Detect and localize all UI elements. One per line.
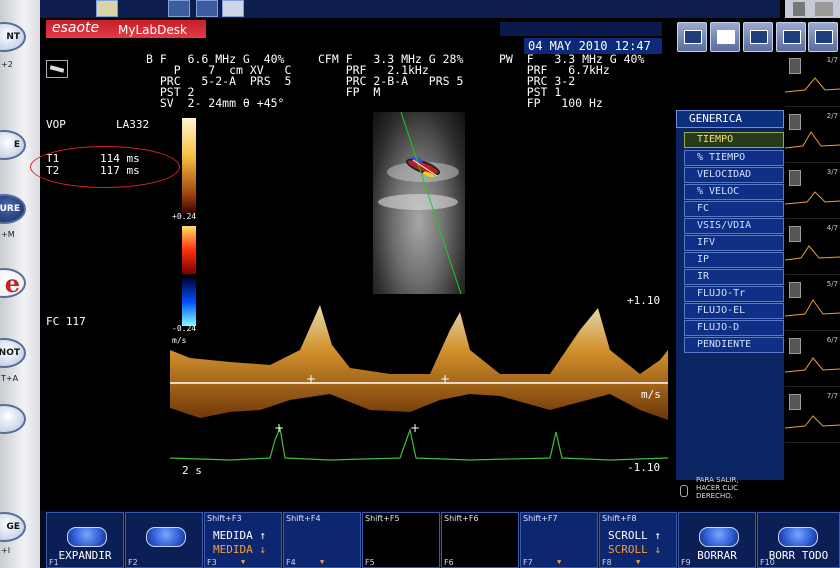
b-mode-image — [373, 112, 465, 294]
side-button-1[interactable]: NT — [0, 22, 26, 52]
heart-rate: FC 117 — [46, 315, 86, 328]
menu-item-pct-tiempo[interactable]: % TIEMPO — [684, 150, 784, 166]
f1-pill-icon — [67, 527, 107, 547]
doppler-unit: m/s — [641, 388, 661, 401]
f9-borrar-button[interactable]: BORRAR F9 — [678, 512, 756, 568]
menu-item-ir[interactable]: IR — [684, 269, 784, 285]
probe-icon — [46, 60, 68, 78]
screen-icon[interactable] — [776, 22, 806, 52]
f2-button[interactable]: F2 — [125, 512, 203, 568]
toolbar-icon-2[interactable] — [196, 0, 218, 17]
annotation-circle — [30, 146, 180, 188]
side-button-measure[interactable]: SURE — [0, 194, 26, 224]
f8-scroll-button[interactable]: Shift+F8 SCROLL ↑ SCROLL ↓ ▼ F8 — [599, 512, 677, 568]
menu-item-pendiente[interactable]: PENDIENTE — [684, 337, 784, 353]
thumbnail-strip: 1/7 2/7 3/7 4/7 5/7 6/7 7/7 — [785, 52, 840, 502]
window-icon[interactable] — [793, 2, 805, 16]
param-b-line-5: SV 2- 24mm θ +45° — [146, 96, 285, 110]
svg-text:+: + — [274, 421, 284, 435]
probe-label: LA332 — [116, 118, 150, 131]
menu-item-ifv[interactable]: IFV — [684, 235, 784, 251]
svg-text:+: + — [440, 372, 450, 386]
thumbnail-5[interactable]: 5/7 — [785, 278, 840, 331]
measurement-menu: GENERICA TIEMPO % TIEMPO VELOCIDAD % VEL… — [676, 110, 784, 480]
window-icon-2[interactable] — [815, 2, 833, 16]
doppler-scale-top: +1.10 — [627, 294, 661, 307]
f10-pill-icon — [778, 527, 818, 547]
thumbnail-1[interactable]: 1/7 — [785, 54, 840, 107]
thumbnail-2[interactable]: 2/7 — [785, 110, 840, 163]
menu-item-vsis-vdia[interactable]: VSIS/VDIA — [684, 218, 784, 234]
archive-icon[interactable] — [743, 22, 773, 52]
display-icon[interactable] — [808, 22, 838, 52]
side-button-annot[interactable]: NOT — [0, 338, 26, 368]
thumbnail-7[interactable]: 7/7 — [785, 390, 840, 443]
vop-label: VOP — [46, 118, 66, 131]
f2-pill-icon — [146, 527, 186, 547]
menu-header: GENERICA — [676, 110, 784, 128]
menu-item-velocidad[interactable]: VELOCIDAD — [684, 167, 784, 183]
f3-medida-button[interactable]: Shift+F3 MEDIDA ↑ MEDIDA ↓ ▼ F3 — [204, 512, 282, 568]
f9-pill-icon — [699, 527, 739, 547]
thumbnail-3[interactable]: 3/7 — [785, 166, 840, 219]
f4-button[interactable]: Shift+F4 ▼ F4 — [283, 512, 361, 568]
side-button-6[interactable] — [0, 404, 26, 434]
esaote-logo-button[interactable]: e — [0, 268, 26, 298]
f8-arrow-icon: ▼ — [636, 558, 641, 566]
f10-borrar-todo-button[interactable]: BORR TODO F10 — [757, 512, 840, 568]
toolbar-icon-1[interactable] — [168, 0, 190, 17]
f1-expandir-button[interactable]: EXPANDIR F1 — [46, 512, 124, 568]
menu-item-fc[interactable]: FC — [684, 201, 784, 217]
menu-item-flujo-tr[interactable]: FLUJO-Tr — [684, 286, 784, 302]
time-scale: 2 s — [182, 464, 202, 477]
date-bar — [500, 22, 662, 36]
top-right-panel — [785, 0, 840, 18]
side-button-image[interactable]: GE — [0, 512, 26, 542]
mouse-icon — [680, 485, 688, 497]
doppler-spectrum: + + + + — [169, 290, 669, 470]
svg-text:+: + — [410, 421, 420, 435]
side-sub-3: +M — [1, 230, 15, 239]
left-control-strip: NT +2 E SURE +M e NOT T+A GE +I — [0, 0, 40, 568]
report-icon[interactable] — [710, 22, 740, 52]
side-sub-1: +2 — [1, 60, 13, 69]
f3-arrow-icon: ▼ — [241, 558, 246, 566]
menu-item-pct-veloc[interactable]: % VELOC — [684, 184, 784, 200]
f7-button[interactable]: Shift+F7 ▼ F7 — [520, 512, 598, 568]
doppler-scale-bottom: -1.10 — [627, 461, 661, 474]
f7-arrow-icon: ▼ — [557, 558, 562, 566]
thumbnail-6[interactable]: 6/7 — [785, 334, 840, 387]
menu-item-tiempo[interactable]: TIEMPO — [684, 132, 784, 148]
side-sub-7: +I — [1, 546, 11, 555]
side-button-2[interactable]: E — [0, 130, 26, 160]
menu-item-ip[interactable]: IP — [684, 252, 784, 268]
menu-item-flujo-el[interactable]: FLUJO-EL — [684, 303, 784, 319]
brand-logo: esaote — [52, 20, 100, 36]
param-cfm-line-4: FP M — [318, 85, 381, 99]
pointer-icon[interactable] — [96, 0, 118, 17]
network-icon[interactable] — [222, 0, 244, 17]
f4-arrow-icon: ▼ — [320, 558, 325, 566]
exit-note: PARA SALIR, HACER CLIC DERECHO. — [696, 476, 739, 500]
param-pw-line-5: FP 100 Hz — [499, 96, 603, 110]
svg-text:+: + — [306, 372, 316, 386]
app-name: MyLabDesk — [118, 23, 187, 37]
monitor-icon[interactable] — [677, 22, 707, 52]
side-sub-5: T+A — [1, 374, 19, 383]
color-scale-top: +0.24 — [172, 212, 197, 221]
top-toolbar — [40, 0, 780, 18]
thumbnail-4[interactable]: 4/7 — [785, 222, 840, 275]
menu-item-flujo-d[interactable]: FLUJO-D — [684, 320, 784, 336]
f5-button[interactable]: Shift+F5 F5 — [362, 512, 440, 568]
f6-button[interactable]: Shift+F6 F6 — [441, 512, 519, 568]
